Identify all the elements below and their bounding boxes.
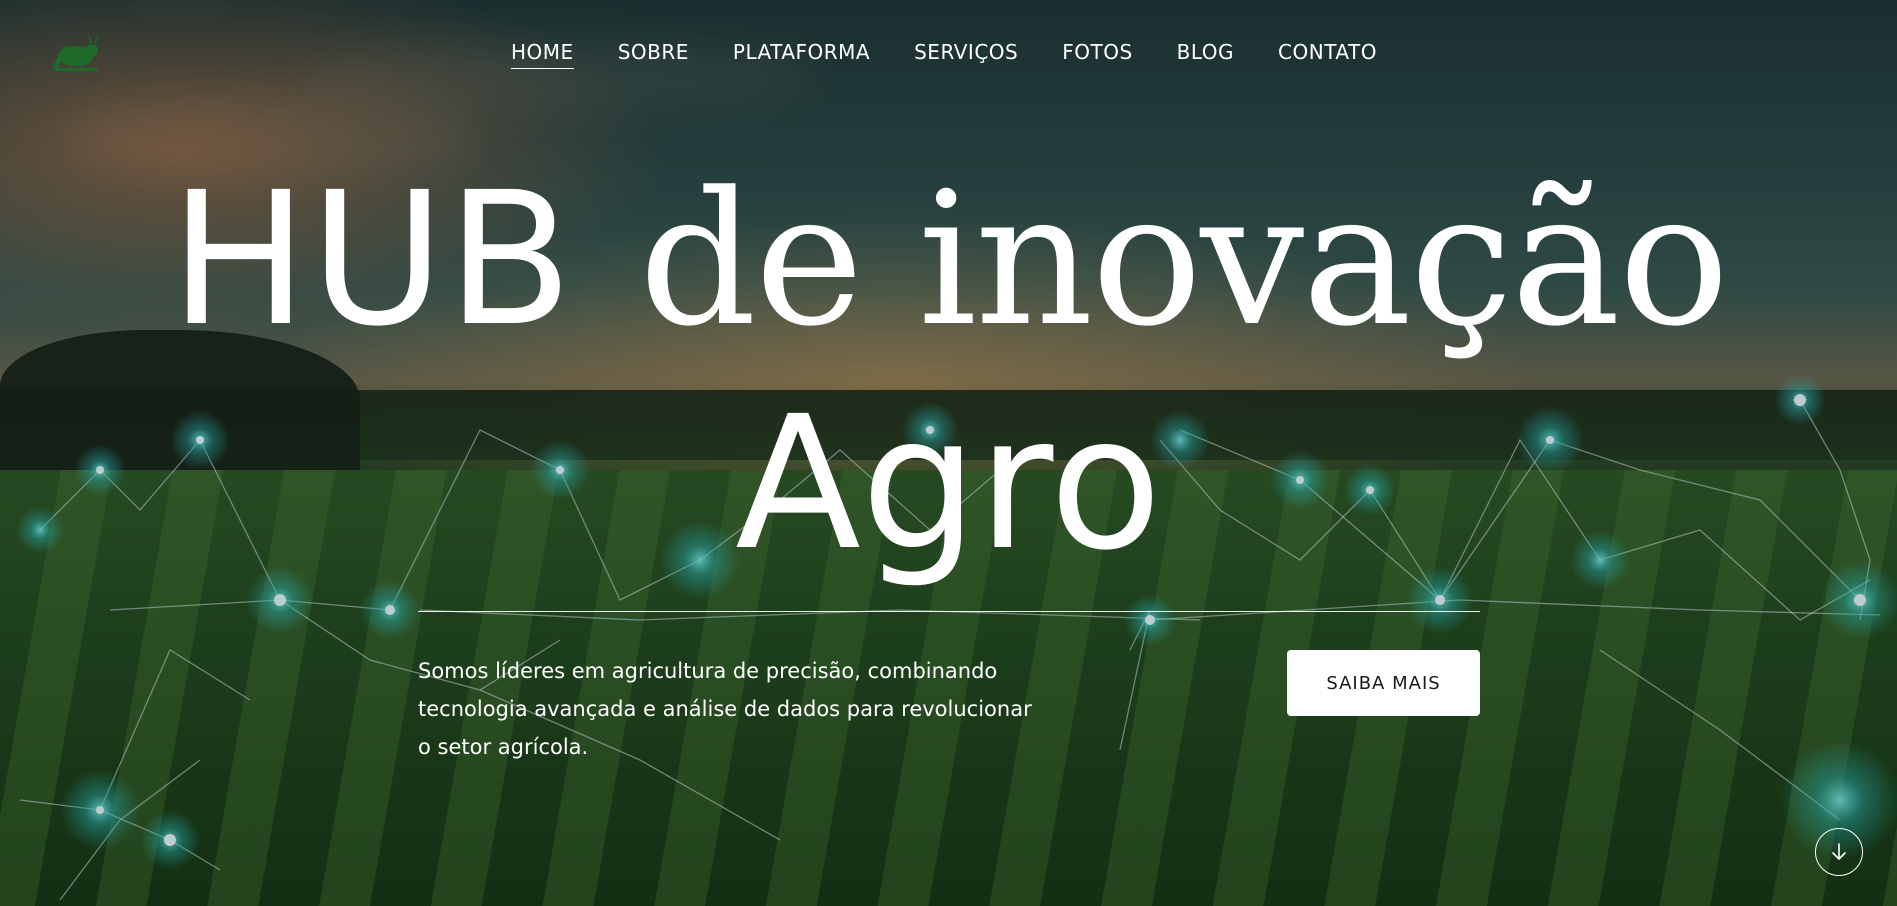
headline-agro: Agro <box>735 377 1162 591</box>
nav-item-contato[interactable]: CONTATO <box>1278 40 1377 69</box>
nav-item-fotos[interactable]: FOTOS <box>1062 40 1132 69</box>
hero-description: Somos líderes em agricultura de precisão… <box>418 659 1032 759</box>
arrow-down-icon <box>1832 843 1846 860</box>
hero-section: HOME SOBRE PLATAFORMA SERVIÇOS FOTOS BLO… <box>0 0 1897 906</box>
main-nav: HOME SOBRE PLATAFORMA SERVIÇOS FOTOS BLO… <box>511 40 1421 69</box>
hero-headline: HUB de inovação <box>0 168 1897 352</box>
headline-hub: HUB <box>169 153 575 367</box>
headline-de-inovacao: de inovação <box>638 153 1729 367</box>
nav-item-plataforma[interactable]: PLATAFORMA <box>733 40 870 69</box>
nav-item-sobre[interactable]: SOBRE <box>618 40 689 69</box>
hare-logo-icon[interactable] <box>44 28 108 76</box>
nav-item-blog[interactable]: BLOG <box>1177 40 1234 69</box>
scroll-down-button[interactable] <box>1815 828 1863 876</box>
hero-divider <box>418 611 1480 612</box>
nav-item-home[interactable]: HOME <box>511 40 574 69</box>
saiba-mais-button[interactable]: SAIBA MAIS <box>1287 650 1480 716</box>
nav-item-servicos[interactable]: SERVIÇOS <box>914 40 1018 69</box>
